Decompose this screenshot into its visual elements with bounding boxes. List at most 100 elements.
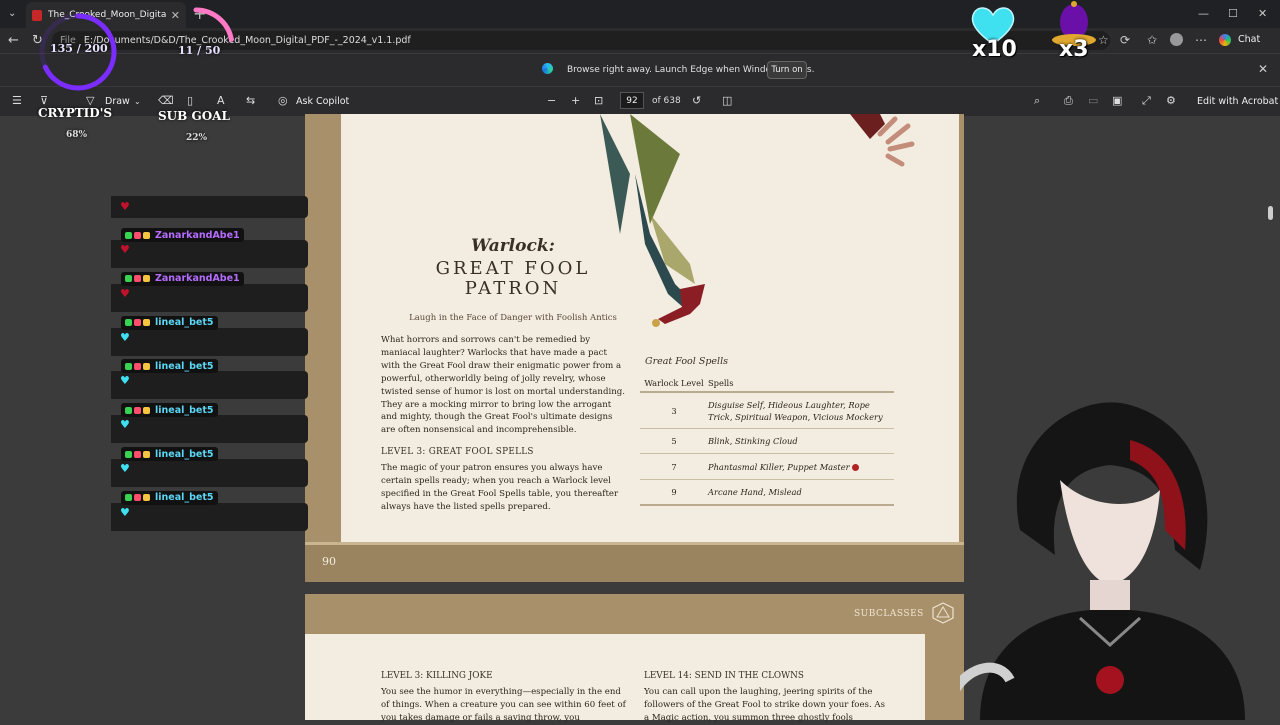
save-icon[interactable]: ▭ <box>1088 94 1098 107</box>
page-title: GREAT FOOL PATRON <box>380 259 646 299</box>
page-title-line: PATRON <box>464 278 562 299</box>
text-icon[interactable]: ▯ <box>187 94 193 107</box>
intro-paragraph: What horrors and sorrows can't be remedi… <box>381 335 625 436</box>
table-header: Warlock Level Spells <box>640 375 894 393</box>
chat-username-tag[interactable]: lineal_bet5 <box>121 359 218 374</box>
table-cell-level: 5 <box>671 436 677 446</box>
section-paragraph: You can call upon the laughing, jeering … <box>644 687 886 723</box>
table-row: 7 Phantasmal Killer, Puppet Master <box>640 454 894 480</box>
chat-username-tag[interactable]: lineal_bet5 <box>121 490 218 505</box>
copilot-toolbar-icon[interactable]: ◎ <box>278 94 288 107</box>
chat-badge-icon <box>134 362 141 370</box>
chat-username: lineal_bet5 <box>155 448 214 460</box>
chat-username-tag[interactable]: ZanarkandAbe1 <box>121 228 244 242</box>
translate-icon[interactable]: ⇆ <box>246 94 255 107</box>
more-menu-icon[interactable]: ⋯ <box>1195 33 1207 47</box>
heart-icon: ♥ <box>120 330 130 344</box>
chat-message: lineal_bet5 ♥ <box>111 359 308 400</box>
heart-icon: ♥ <box>120 243 130 256</box>
heart-icon: ♥ <box>120 286 130 300</box>
table-cell-spells: Phantasmal Killer, Puppet Master <box>708 461 894 473</box>
chat-badge-icon <box>134 275 141 283</box>
extensions-icon[interactable]: ⟳ <box>1120 33 1130 47</box>
chat-username-tag[interactable]: lineal_bet5 <box>121 315 218 330</box>
chat-badge-icon <box>134 319 141 327</box>
chat-badge-icon <box>125 450 132 458</box>
scrollbar-thumb[interactable] <box>1268 206 1273 220</box>
print-icon[interactable]: ⎙ <box>1064 94 1073 108</box>
chat-username: ZanarkandAbe1 <box>155 273 240 285</box>
back-icon[interactable]: ← <box>8 33 19 48</box>
chat-badge-icon <box>125 406 132 414</box>
favorites-icon[interactable]: ✩ <box>1147 33 1157 47</box>
edge-logo-icon <box>542 63 553 74</box>
save-as-icon[interactable]: ▣ <box>1112 94 1122 107</box>
chat-badge-icon <box>143 319 150 327</box>
heart-icon: ♥ <box>120 462 130 475</box>
table-row: 5 Blink, Stinking Cloud <box>640 429 894 454</box>
page-total-label: of 638 <box>652 96 681 106</box>
sub-goal-count: 11 / 50 <box>178 44 221 57</box>
turn-on-button[interactable]: Turn on <box>767 61 807 79</box>
goal-label: CRYPTID'S <box>38 106 113 120</box>
page-view-icon[interactable]: ◫ <box>722 94 732 107</box>
chat-badge-icon <box>143 275 150 283</box>
section-heading: LEVEL 3: KILLING JOKE <box>381 671 493 681</box>
chat-badge-icon <box>143 494 150 502</box>
info-bar-close-icon[interactable]: ✕ <box>1258 62 1268 76</box>
zoom-in-icon[interactable]: + <box>571 94 580 107</box>
sub-goal-progress-ring <box>157 7 235 74</box>
chat-username: lineal_bet5 <box>155 317 214 329</box>
column-header: Spells <box>708 378 734 388</box>
chat-badge-icon <box>143 362 150 370</box>
edit-with-acrobat-button[interactable]: Edit with Acrobat <box>1197 96 1278 107</box>
section-paragraph: The magic of your patron ensures you alw… <box>381 463 619 512</box>
window-close-button[interactable]: ✕ <box>1258 7 1267 20</box>
chat-message: lineal_bet5 ♥ <box>111 490 308 531</box>
draw-dropdown-icon[interactable]: ⌄ <box>134 97 141 106</box>
erase-icon[interactable]: ⌫ <box>158 94 174 107</box>
favorite-star-icon[interactable]: ☆ <box>1098 33 1109 47</box>
chat-username: lineal_bet5 <box>155 492 214 504</box>
chat-message: lineal_bet5 ♥ <box>111 403 308 444</box>
minimize-button[interactable]: — <box>1198 7 1209 20</box>
heart-icon: ♥ <box>120 200 130 213</box>
page-number-input[interactable]: 92 <box>620 92 644 109</box>
read-aloud-icon[interactable]: A <box>217 94 225 107</box>
page-title-line: GREAT FOOL <box>435 258 591 279</box>
d20-icon <box>932 602 954 624</box>
chat-message: ZanarkandAbe1 ♥ <box>111 228 308 268</box>
chat-badge-icon <box>134 231 141 239</box>
section-heading: LEVEL 3: GREAT FOOL SPELLS <box>381 447 534 457</box>
chat-badge-icon <box>125 362 132 370</box>
chat-message: ZanarkandAbe1 ♥ <box>111 271 308 312</box>
chat-username-tag[interactable]: ZanarkandAbe1 <box>121 271 244 286</box>
settings-gear-icon[interactable]: ⚙ <box>1166 94 1176 107</box>
sub-goal-percent: 22% <box>186 133 208 143</box>
search-icon[interactable]: ⌕ <box>1034 94 1040 108</box>
table-row: 9 Arcane Hand, Mislead <box>640 480 894 506</box>
chat-username: ZanarkandAbe1 <box>155 229 240 241</box>
table-cell-level: 9 <box>671 487 677 497</box>
chat-message: ♥ <box>111 196 308 218</box>
contents-icon[interactable]: ☰ <box>12 94 22 107</box>
chat-button[interactable]: Chat <box>1238 34 1260 45</box>
rotate-icon[interactable]: ↺ <box>692 94 701 107</box>
page-title-italic: Warlock: <box>471 236 555 256</box>
page-subtitle: Laugh in the Face of Danger with Foolish… <box>409 313 617 323</box>
ask-copilot-button[interactable]: Ask Copilot <box>296 96 349 107</box>
jester-hand-illustration <box>850 114 915 167</box>
zoom-out-icon[interactable]: − <box>547 94 556 107</box>
maximize-button[interactable]: ☐ <box>1228 7 1238 20</box>
profile-avatar[interactable] <box>1170 33 1183 46</box>
fullscreen-icon[interactable]: ⤢ <box>1142 94 1151 108</box>
chat-username-tag[interactable]: lineal_bet5 <box>121 403 218 418</box>
url-text: E:/Documents/D&D/The_Crooked_Moon_Digita… <box>83 35 411 46</box>
chat-badge-icon <box>134 406 141 414</box>
heart-counter: x10 <box>972 37 1017 62</box>
tab-actions-icon[interactable]: ⌄ <box>8 8 16 19</box>
chat-username-tag[interactable]: lineal_bet5 <box>121 447 218 461</box>
table-cell-spells: Arcane Hand, Mislead <box>708 487 802 497</box>
chat-badge-icon <box>125 494 132 502</box>
fit-page-icon[interactable]: ⊡ <box>594 94 603 107</box>
